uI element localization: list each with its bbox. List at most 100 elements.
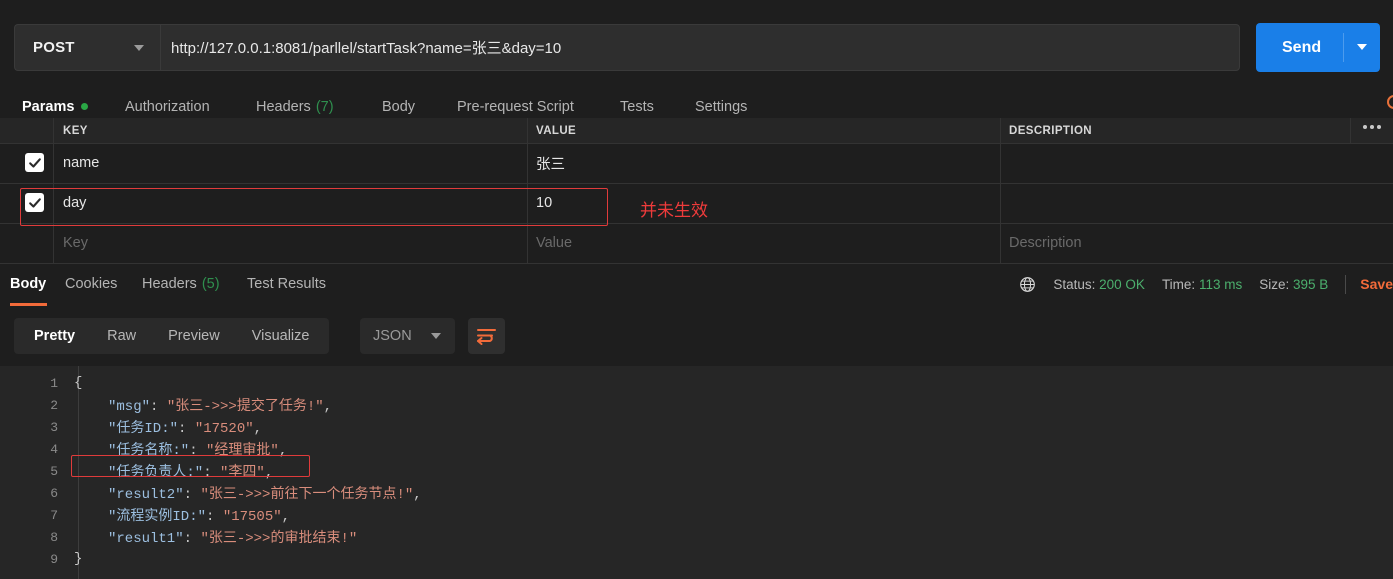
url-text: http://127.0.0.1:8081/parllel/startTask?… — [171, 40, 562, 57]
request-url-bar: POST http://127.0.0.1:8081/parllel/start… — [0, 0, 1393, 90]
save-response-button[interactable]: Save — [1360, 276, 1393, 292]
code-token-br: { — [74, 375, 83, 391]
param-key[interactable]: name — [63, 143, 99, 183]
response-tab-body[interactable]: Body — [10, 272, 46, 296]
request-tab-count: (7) — [315, 98, 334, 115]
code-token-p: : — [189, 443, 207, 459]
code-token-p: , — [323, 399, 333, 415]
row-enabled-checkbox[interactable] — [25, 193, 44, 212]
code-token-p: , — [264, 465, 274, 481]
param-value-placeholder[interactable]: Value — [536, 223, 572, 263]
response-tab-cookies[interactable]: Cookies — [65, 272, 117, 296]
code-token-v: "17505" — [222, 509, 282, 525]
code-token-v: "李四" — [220, 465, 265, 481]
column-header-key: KEY — [63, 124, 88, 137]
code-line: 2 "msg": "张三->>>提交了任务!", — [0, 394, 1393, 416]
code-line-text: "任务名称:": "经理审批", — [108, 439, 287, 459]
code-line: 7 "流程实例ID:": "17505", — [0, 504, 1393, 526]
params-modified-dot-icon — [81, 103, 89, 110]
url-input[interactable]: http://127.0.0.1:8081/parllel/startTask?… — [160, 24, 1240, 71]
line-number: 8 — [50, 529, 58, 545]
code-token-k: "任务名称:" — [108, 443, 190, 459]
line-number: 7 — [50, 507, 58, 523]
view-mode-raw[interactable]: Raw — [91, 328, 152, 344]
request-tab-label: Headers — [256, 98, 311, 115]
table-row[interactable]: name 张三 — [0, 143, 1393, 183]
table-options-icon[interactable] — [1363, 125, 1381, 129]
param-key-placeholder[interactable]: Key — [63, 223, 88, 263]
response-status-bar: Status: 200 OK Time: 113 ms Size: 395 B … — [1019, 273, 1393, 295]
code-token-p: : — [203, 465, 221, 481]
response-body-viewer[interactable]: 1 {2 "msg": "张三->>>提交了任务!", 3 "任务ID:": "1752… — [0, 366, 1393, 579]
code-line-text: "result1": "张三->>>的审批结束!" — [108, 527, 357, 547]
column-header-description: DESCRIPTION — [1009, 124, 1092, 137]
code-token-k: "流程实例ID:" — [108, 509, 207, 525]
response-tab-count: (5) — [201, 276, 220, 292]
code-token-p: : — [150, 399, 167, 415]
size-group: Size: 395 B — [1259, 277, 1328, 292]
response-tab-label: Cookies — [65, 276, 118, 292]
chevron-down-icon — [431, 333, 441, 339]
param-value[interactable]: 10 — [536, 183, 552, 223]
param-key[interactable]: day — [63, 183, 86, 223]
line-number: 4 — [50, 441, 58, 457]
code-line-text: "任务ID:": "17520", — [108, 417, 262, 437]
code-token-p: , — [278, 443, 288, 459]
request-tab-label: Authorization — [125, 98, 210, 115]
time-value: 113 ms — [1198, 276, 1243, 292]
code-token-k: "result2" — [108, 487, 184, 503]
line-number: 3 — [50, 419, 58, 435]
view-mode-pretty[interactable]: Pretty — [18, 328, 91, 344]
line-number: 5 — [50, 463, 58, 479]
size-label: Size: — [1259, 276, 1290, 292]
code-token-p: : — [206, 509, 223, 525]
code-token-br: } — [74, 551, 83, 567]
status-value: 200 OK — [1099, 276, 1145, 292]
column-header-value: VALUE — [536, 124, 577, 137]
wrap-text-icon — [477, 329, 496, 345]
code-token-v: "17520" — [194, 421, 254, 437]
query-params-table: KEY VALUE DESCRIPTION name 张三 day 10 Key… — [0, 118, 1393, 264]
response-view-mode-toolbar: Pretty Raw Preview Visualize — [14, 318, 330, 354]
http-method-dropdown[interactable]: POST — [14, 24, 160, 71]
time-group: Time: 113 ms — [1162, 277, 1242, 292]
code-line-text: "result2": "张三->>>前往下一个任务节点!", — [108, 483, 422, 503]
request-tab-label: Tests — [620, 98, 654, 115]
response-format-label: JSON — [373, 328, 412, 344]
code-token-p: , — [413, 487, 422, 503]
view-mode-preview[interactable]: Preview — [152, 328, 236, 344]
request-tab-label: Pre-request Script — [457, 98, 574, 115]
table-row-empty[interactable]: Key Value Description — [0, 223, 1393, 263]
request-tab-label: Params — [22, 98, 75, 115]
code-line-text: "任务负责人:": "李四", — [108, 461, 273, 481]
code-token-v: "张三->>>提交了任务!" — [166, 399, 324, 415]
code-line: 3 "任务ID:": "17520", — [0, 416, 1393, 438]
view-mode-visualize[interactable]: Visualize — [236, 328, 326, 344]
code-line-text: } — [74, 551, 82, 567]
response-tab-test-results[interactable]: Test Results — [247, 272, 326, 296]
code-token-k: "任务负责人:" — [108, 465, 204, 481]
code-line: 8 "result1": "张三->>>的审批结束!" — [0, 526, 1393, 548]
param-value[interactable]: 张三 — [536, 143, 565, 183]
code-line: 6 "result2": "张三->>>前往下一个任务节点!", — [0, 482, 1393, 504]
chevron-down-icon — [134, 45, 144, 51]
wrap-lines-button[interactable] — [468, 318, 505, 354]
status-divider — [1345, 274, 1347, 294]
code-line: 5 "任务负责人:": "李四", — [0, 460, 1393, 482]
row-enabled-checkbox[interactable] — [25, 153, 44, 172]
line-number: 1 — [50, 375, 58, 391]
line-number: 2 — [50, 397, 58, 413]
response-format-dropdown[interactable]: JSON — [360, 318, 455, 354]
code-line-text: "msg": "张三->>>提交了任务!", — [108, 395, 332, 415]
code-token-k: "msg" — [108, 399, 151, 415]
http-method-label: POST — [33, 39, 75, 56]
send-label: Send — [1282, 38, 1322, 56]
status-label: Status: — [1053, 276, 1096, 292]
response-tab-label: Test Results — [247, 276, 326, 292]
send-button[interactable]: Send — [1256, 23, 1380, 72]
postman-window: POST http://127.0.0.1:8081/parllel/start… — [0, 0, 1393, 579]
param-description-placeholder[interactable]: Description — [1009, 223, 1082, 263]
response-tab-headers[interactable]: Headers (5) — [142, 272, 220, 296]
code-token-k: "任务ID:" — [108, 421, 179, 437]
code-token-v: "张三->>>前往下一个任务节点!" — [200, 487, 414, 503]
